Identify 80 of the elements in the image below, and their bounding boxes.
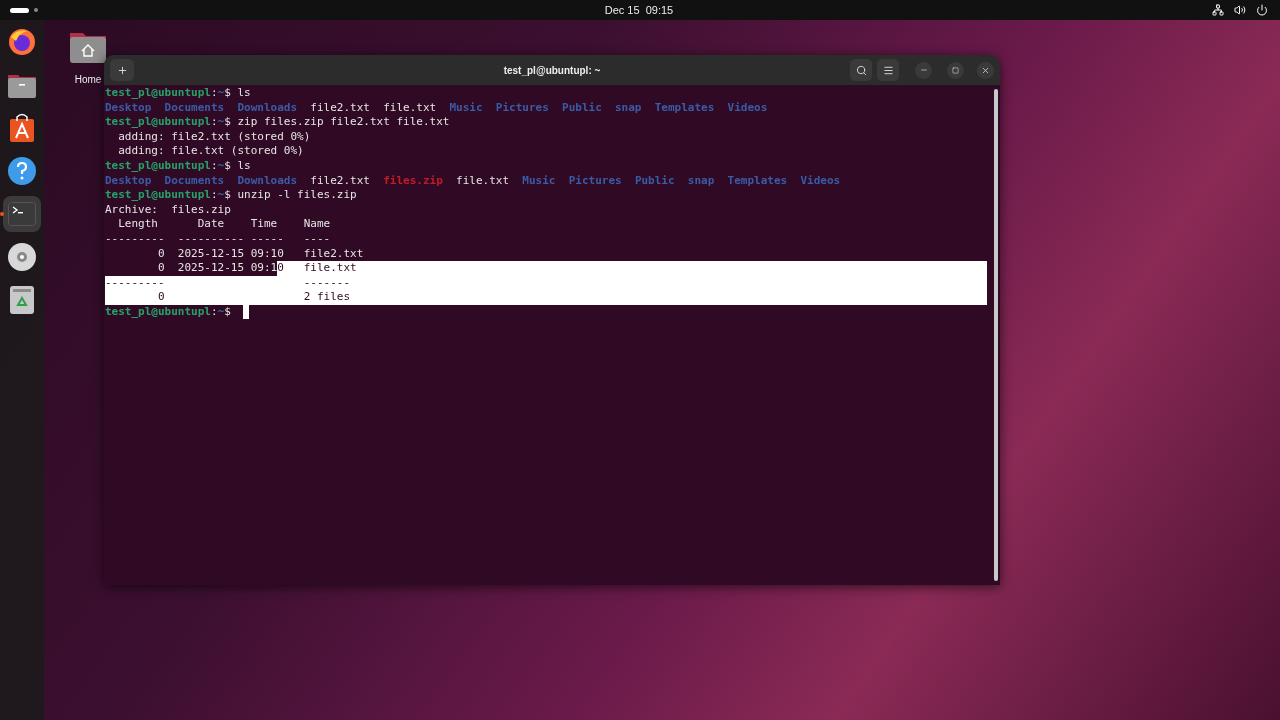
terminal-text: --------- ---------- ----- ----: [105, 231, 331, 247]
search-button[interactable]: [850, 59, 872, 81]
new-tab-button[interactable]: [110, 59, 134, 81]
terminal-text: Music: [522, 173, 557, 189]
minimize-icon: [919, 66, 928, 74]
terminal-text: $ zip files.zip file2.txt file.txt: [224, 115, 450, 130]
terminal-text: test_pl@ubuntupl: [105, 158, 211, 174]
menu-icon: [882, 64, 894, 76]
terminal-text: 0 2025-12-15 09:10 file2.txt: [156, 246, 364, 262]
close-icon: [981, 65, 990, 75]
browser-icon: [7, 27, 37, 57]
window-title: test_pl@ubuntupl: ~: [503, 63, 601, 78]
terminal-text: file2.txt: [310, 173, 371, 189]
terminal-text: Public: [634, 173, 676, 189]
power-icon[interactable]: [1256, 4, 1268, 16]
terminal-text: Templates: [727, 173, 789, 189]
volume-icon[interactable]: [1234, 4, 1246, 16]
terminal-body[interactable]: [104, 85, 1000, 585]
terminal-text: Downloads: [237, 173, 299, 189]
terminal-text: $ ls: [224, 158, 251, 174]
minimize-button[interactable]: [915, 61, 932, 79]
terminal-text: test_pl@ubuntupl: [105, 86, 211, 101]
terminal-text: ~: [217, 86, 225, 101]
terminal-text: test_pl@ubuntupl: [105, 188, 211, 203]
workspace-indicator[interactable]: [10, 7, 29, 13]
terminal-text: test_pl@ubuntupl: [105, 115, 211, 130]
close-button[interactable]: [977, 61, 994, 79]
terminal-text: Videos: [727, 100, 768, 116]
terminal-text: Public: [562, 100, 603, 116]
terminal-text: Archive: files.zip: [105, 202, 231, 218]
terminal-text: Desktop: [105, 100, 153, 116]
shopping-bag-icon: [9, 113, 35, 143]
terminal-text: :: [210, 115, 218, 130]
terminal-text: adding: file2.txt (stored 0%): [117, 129, 311, 145]
terminal-text: file.txt: [383, 100, 438, 116]
terminal-text: ~: [217, 158, 225, 174]
trash-icon: [9, 285, 35, 315]
plus-icon: [116, 64, 128, 76]
terminal-icon: [8, 202, 36, 226]
terminal-text: :: [210, 86, 218, 101]
terminal-text: 0 2 files: [105, 290, 987, 305]
terminal-text: $ ls: [224, 86, 251, 101]
terminal-text: :: [210, 304, 218, 320]
terminal-text: Videos: [800, 173, 841, 189]
terminal-text: snap: [687, 173, 716, 189]
terminal-text: snap: [615, 100, 643, 116]
terminal-text: file2.txt: [310, 100, 371, 116]
terminal-text: adding: file.txt (stored 0%): [117, 144, 304, 159]
terminal-text: :: [210, 158, 218, 174]
terminal-text: 0 file.txt: [277, 261, 987, 276]
terminal-text: Documents: [164, 100, 226, 116]
terminal-text: $ unzip -l files.zip: [224, 188, 357, 203]
terminal-text: files.zip: [383, 173, 444, 189]
terminal-text: Length Date Time Name: [117, 217, 331, 232]
terminal-text: Pictures: [495, 100, 550, 116]
terminal-text: ~: [217, 115, 225, 130]
home-folder-icon[interactable]: [69, 30, 107, 64]
menu-button[interactable]: [877, 59, 899, 81]
terminal-text: Music: [449, 100, 484, 116]
search-icon: [855, 64, 867, 76]
disc-icon: [7, 242, 37, 272]
terminal-text: Desktop: [105, 173, 153, 189]
terminal-text: Documents: [164, 173, 226, 189]
clock[interactable]: Dec 15 09:15: [604, 1, 674, 19]
network-icon[interactable]: [1212, 4, 1224, 16]
terminal-text: Templates: [654, 100, 716, 116]
terminal-text: 0 2025-12-15 09:1: [156, 261, 278, 276]
terminal-text: file.txt: [456, 173, 511, 189]
terminal-text: $: [224, 304, 232, 320]
desktop-icon-label[interactable]: Home: [74, 72, 102, 87]
maximize-icon: [952, 66, 959, 74]
scrollbar[interactable]: [994, 89, 998, 581]
terminal-text: test_pl@ubuntupl: [105, 304, 211, 320]
help-icon: [7, 156, 37, 186]
terminal-text: :: [210, 188, 218, 203]
terminal-text: ~: [217, 188, 225, 203]
terminal-text: ~: [217, 304, 225, 320]
maximize-button[interactable]: [947, 61, 964, 79]
terminal-text: Downloads: [237, 100, 299, 116]
terminal-text: Pictures: [568, 173, 623, 189]
